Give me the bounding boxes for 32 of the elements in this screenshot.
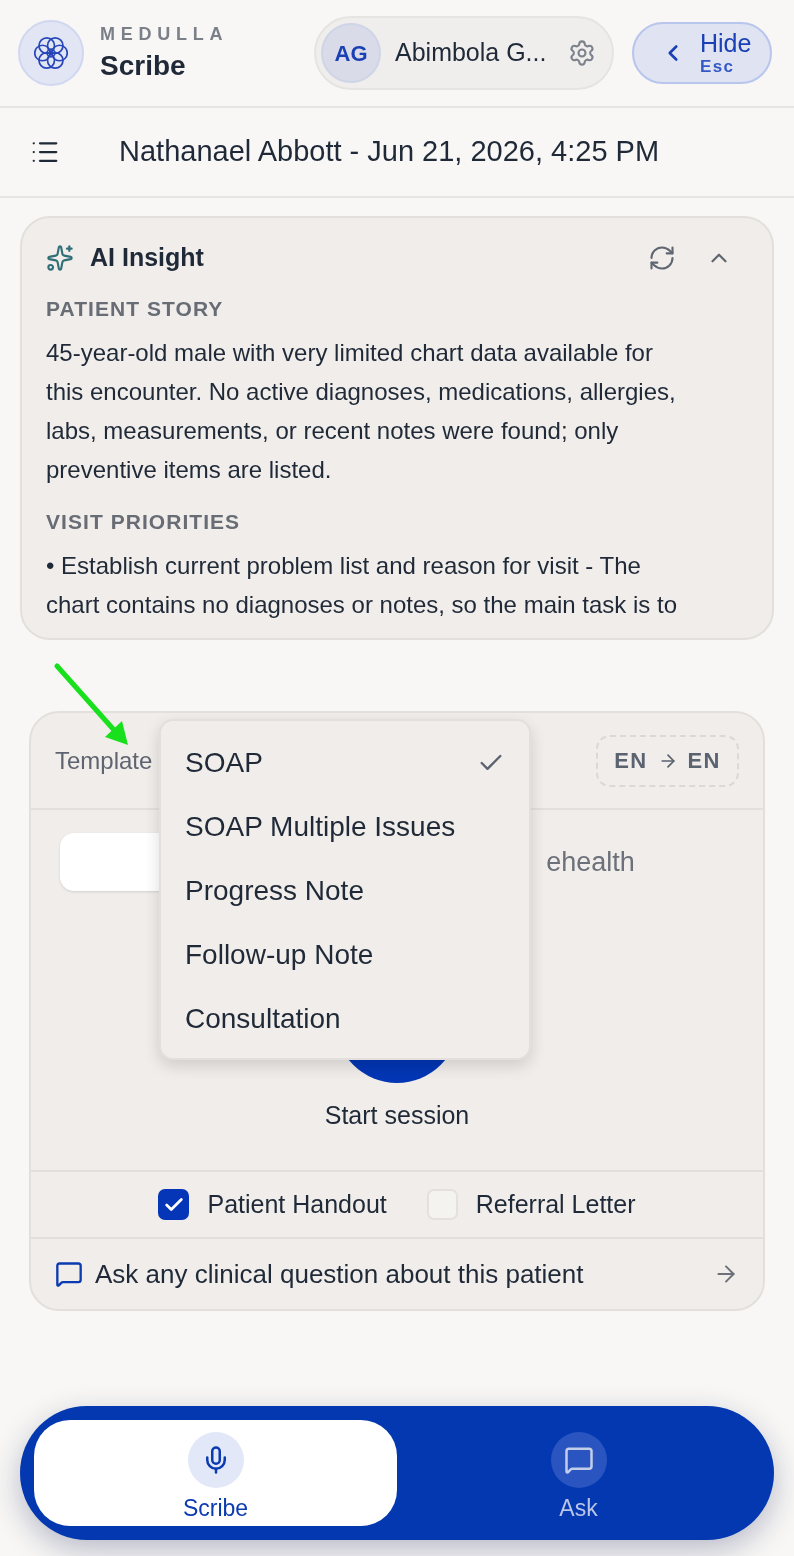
menu-item[interactable]: Follow-up Note (161, 923, 529, 987)
section-heading: PATIENT STORY (46, 296, 225, 322)
checkbox-label: Patient Handout (207, 1188, 387, 1220)
nav-tab[interactable]: Ask (397, 1420, 760, 1526)
ask-question-link[interactable]: Ask any clinical question about this patient (95, 1254, 584, 1294)
user-avatar: AG (321, 23, 381, 83)
product-name: Scribe (100, 49, 186, 83)
sparkle-icon (46, 244, 74, 272)
hide-label: Hide (700, 29, 752, 57)
language-button[interactable]: EN EN (596, 734, 739, 787)
checkbox-label: Referral Letter (475, 1188, 636, 1220)
shortcut-label: Esc (700, 56, 735, 77)
menu-item[interactable]: Consultation (161, 987, 529, 1051)
encounter-title: Nathanael Abbott - Jun 21, 2026, 4:25 PM (119, 134, 660, 170)
template-label: Template (55, 745, 153, 776)
brand-name: MEDULLA (100, 23, 229, 45)
menu-item[interactable]: SOAP Multiple Issues (161, 795, 529, 859)
menu-item[interactable]: SOAP (161, 731, 529, 795)
menu-item[interactable]: Progress Note (161, 859, 529, 923)
refresh-icon[interactable] (648, 244, 676, 272)
settings-icon[interactable] (568, 39, 596, 67)
user-menu-button[interactable]: AG Abimbola G... (314, 16, 614, 90)
section-text: • Establish current problem list and reason for visit - The chart contains no diagnoses or notes, so the main task is to (46, 551, 679, 620)
section-heading: VISIT PRIORITIES (46, 509, 242, 535)
insight-title: AI Insight (90, 242, 204, 274)
chat-bubble-icon (55, 1260, 83, 1288)
hide-button[interactable]: Hide Esc (632, 22, 772, 84)
nav-tab[interactable]: Scribe (34, 1420, 397, 1526)
start-session-label: Start session (324, 1100, 470, 1130)
checkbox[interactable] (158, 1189, 190, 1220)
user-name: Abimbola G... (395, 37, 547, 69)
section-text: 45-year-old male with very limited chart data available for this encounter. No active diagnoses, medications, allergies, labs, measurements, or recent notes were found; only preventive items are listed. (46, 338, 677, 485)
